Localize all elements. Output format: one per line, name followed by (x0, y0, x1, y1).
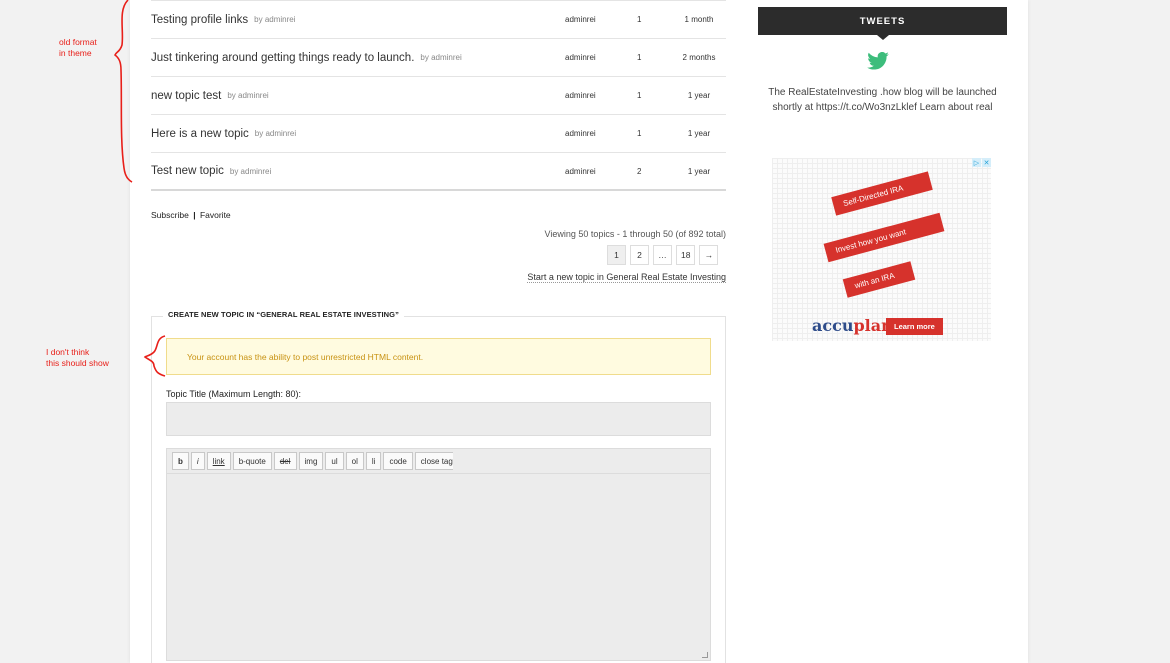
annotation-should-not-show: I don't think this should show (46, 347, 109, 369)
note-line: in theme (59, 48, 92, 58)
bracket-notice (143, 335, 166, 377)
note-line: old format (59, 37, 97, 47)
note-line: I don't think (46, 347, 90, 357)
annotation-old-format: old format in theme (59, 37, 97, 59)
note-line: this should show (46, 358, 109, 368)
bracket-topics (114, 0, 133, 183)
annotation-brackets (114, 0, 166, 377)
